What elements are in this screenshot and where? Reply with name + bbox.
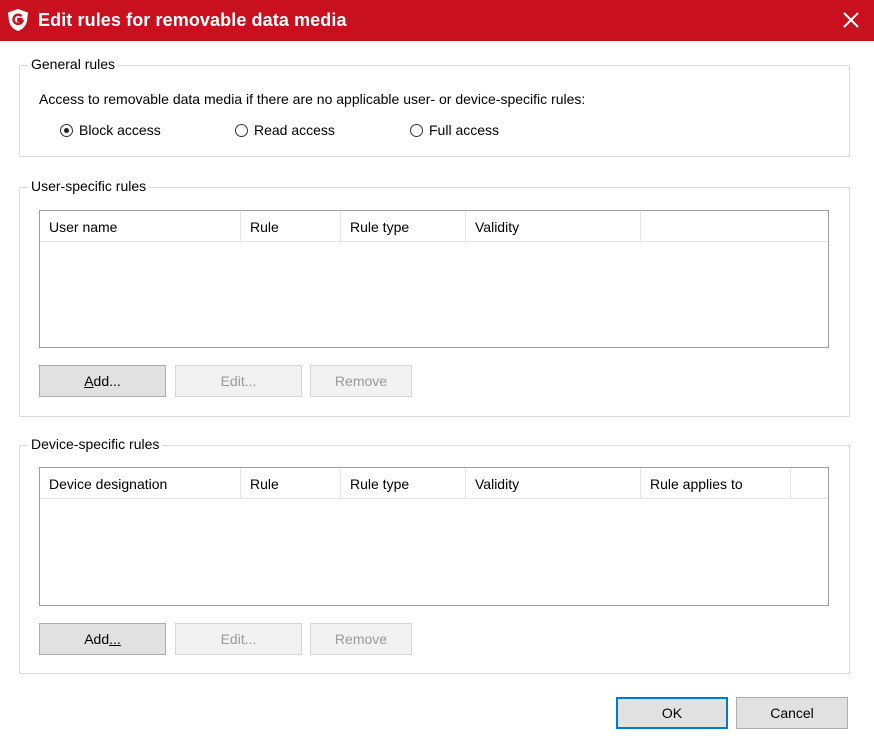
column-header-user-name[interactable]: User name bbox=[40, 211, 241, 241]
radio-circle bbox=[235, 124, 248, 137]
gdata-shield-logo-icon bbox=[8, 9, 28, 31]
general-rules-legend: General rules bbox=[28, 56, 119, 72]
radio-label-read-access: Read access bbox=[254, 122, 335, 138]
column-header-rule-type[interactable]: Rule type bbox=[341, 468, 466, 498]
column-header-rule[interactable]: Rule bbox=[241, 468, 341, 498]
title-bar: Edit rules for removable data media bbox=[0, 0, 874, 41]
column-header-rule-applies-to[interactable]: Rule applies to bbox=[641, 468, 791, 498]
radio-label-block-access: Block access bbox=[79, 122, 161, 138]
user-remove-button[interactable]: Remove bbox=[310, 365, 412, 397]
user-edit-button[interactable]: Edit... bbox=[175, 365, 302, 397]
device-remove-button[interactable]: Remove bbox=[310, 623, 412, 655]
cancel-button[interactable]: Cancel bbox=[736, 697, 848, 729]
device-add-label: Add bbox=[84, 631, 110, 647]
device-rules-table-header: Device designation Rule Rule type Validi… bbox=[40, 468, 828, 499]
device-edit-button[interactable]: Edit... bbox=[175, 623, 302, 655]
user-add-mnemonic: A bbox=[84, 373, 94, 389]
radio-circle bbox=[410, 124, 423, 137]
window-title: Edit rules for removable data media bbox=[38, 10, 347, 30]
radio-selected-dot bbox=[64, 128, 69, 133]
device-add-button[interactable]: Add... bbox=[39, 623, 166, 655]
user-rules-legend: User-specific rules bbox=[28, 178, 150, 194]
user-add-label: dd... bbox=[93, 373, 121, 389]
general-rules-group bbox=[19, 65, 850, 157]
column-header-validity[interactable]: Validity bbox=[466, 468, 641, 498]
column-header-rule[interactable]: Rule bbox=[241, 211, 341, 241]
close-icon bbox=[843, 12, 859, 28]
user-rules-table[interactable]: User name Rule Rule type Validity bbox=[39, 210, 829, 348]
column-header-validity[interactable]: Validity bbox=[466, 211, 641, 241]
user-add-button[interactable]: Add... bbox=[39, 365, 166, 397]
device-rules-legend: Device-specific rules bbox=[28, 436, 163, 452]
ok-button[interactable]: OK bbox=[616, 697, 728, 729]
device-rules-table-body[interactable] bbox=[40, 499, 828, 605]
user-rules-table-header: User name Rule Rule type Validity bbox=[40, 211, 828, 242]
device-rules-table[interactable]: Device designation Rule Rule type Validi… bbox=[39, 467, 829, 606]
column-header-device-designation[interactable]: Device designation bbox=[40, 468, 241, 498]
column-header-rule-type[interactable]: Rule type bbox=[341, 211, 466, 241]
radio-circle bbox=[60, 124, 73, 137]
user-rules-table-body[interactable] bbox=[40, 242, 828, 347]
device-add-mnemonic: ... bbox=[109, 631, 121, 647]
close-button[interactable] bbox=[828, 0, 874, 41]
general-rules-description: Access to removable data media if there … bbox=[39, 91, 586, 107]
radio-label-full-access: Full access bbox=[429, 122, 500, 138]
